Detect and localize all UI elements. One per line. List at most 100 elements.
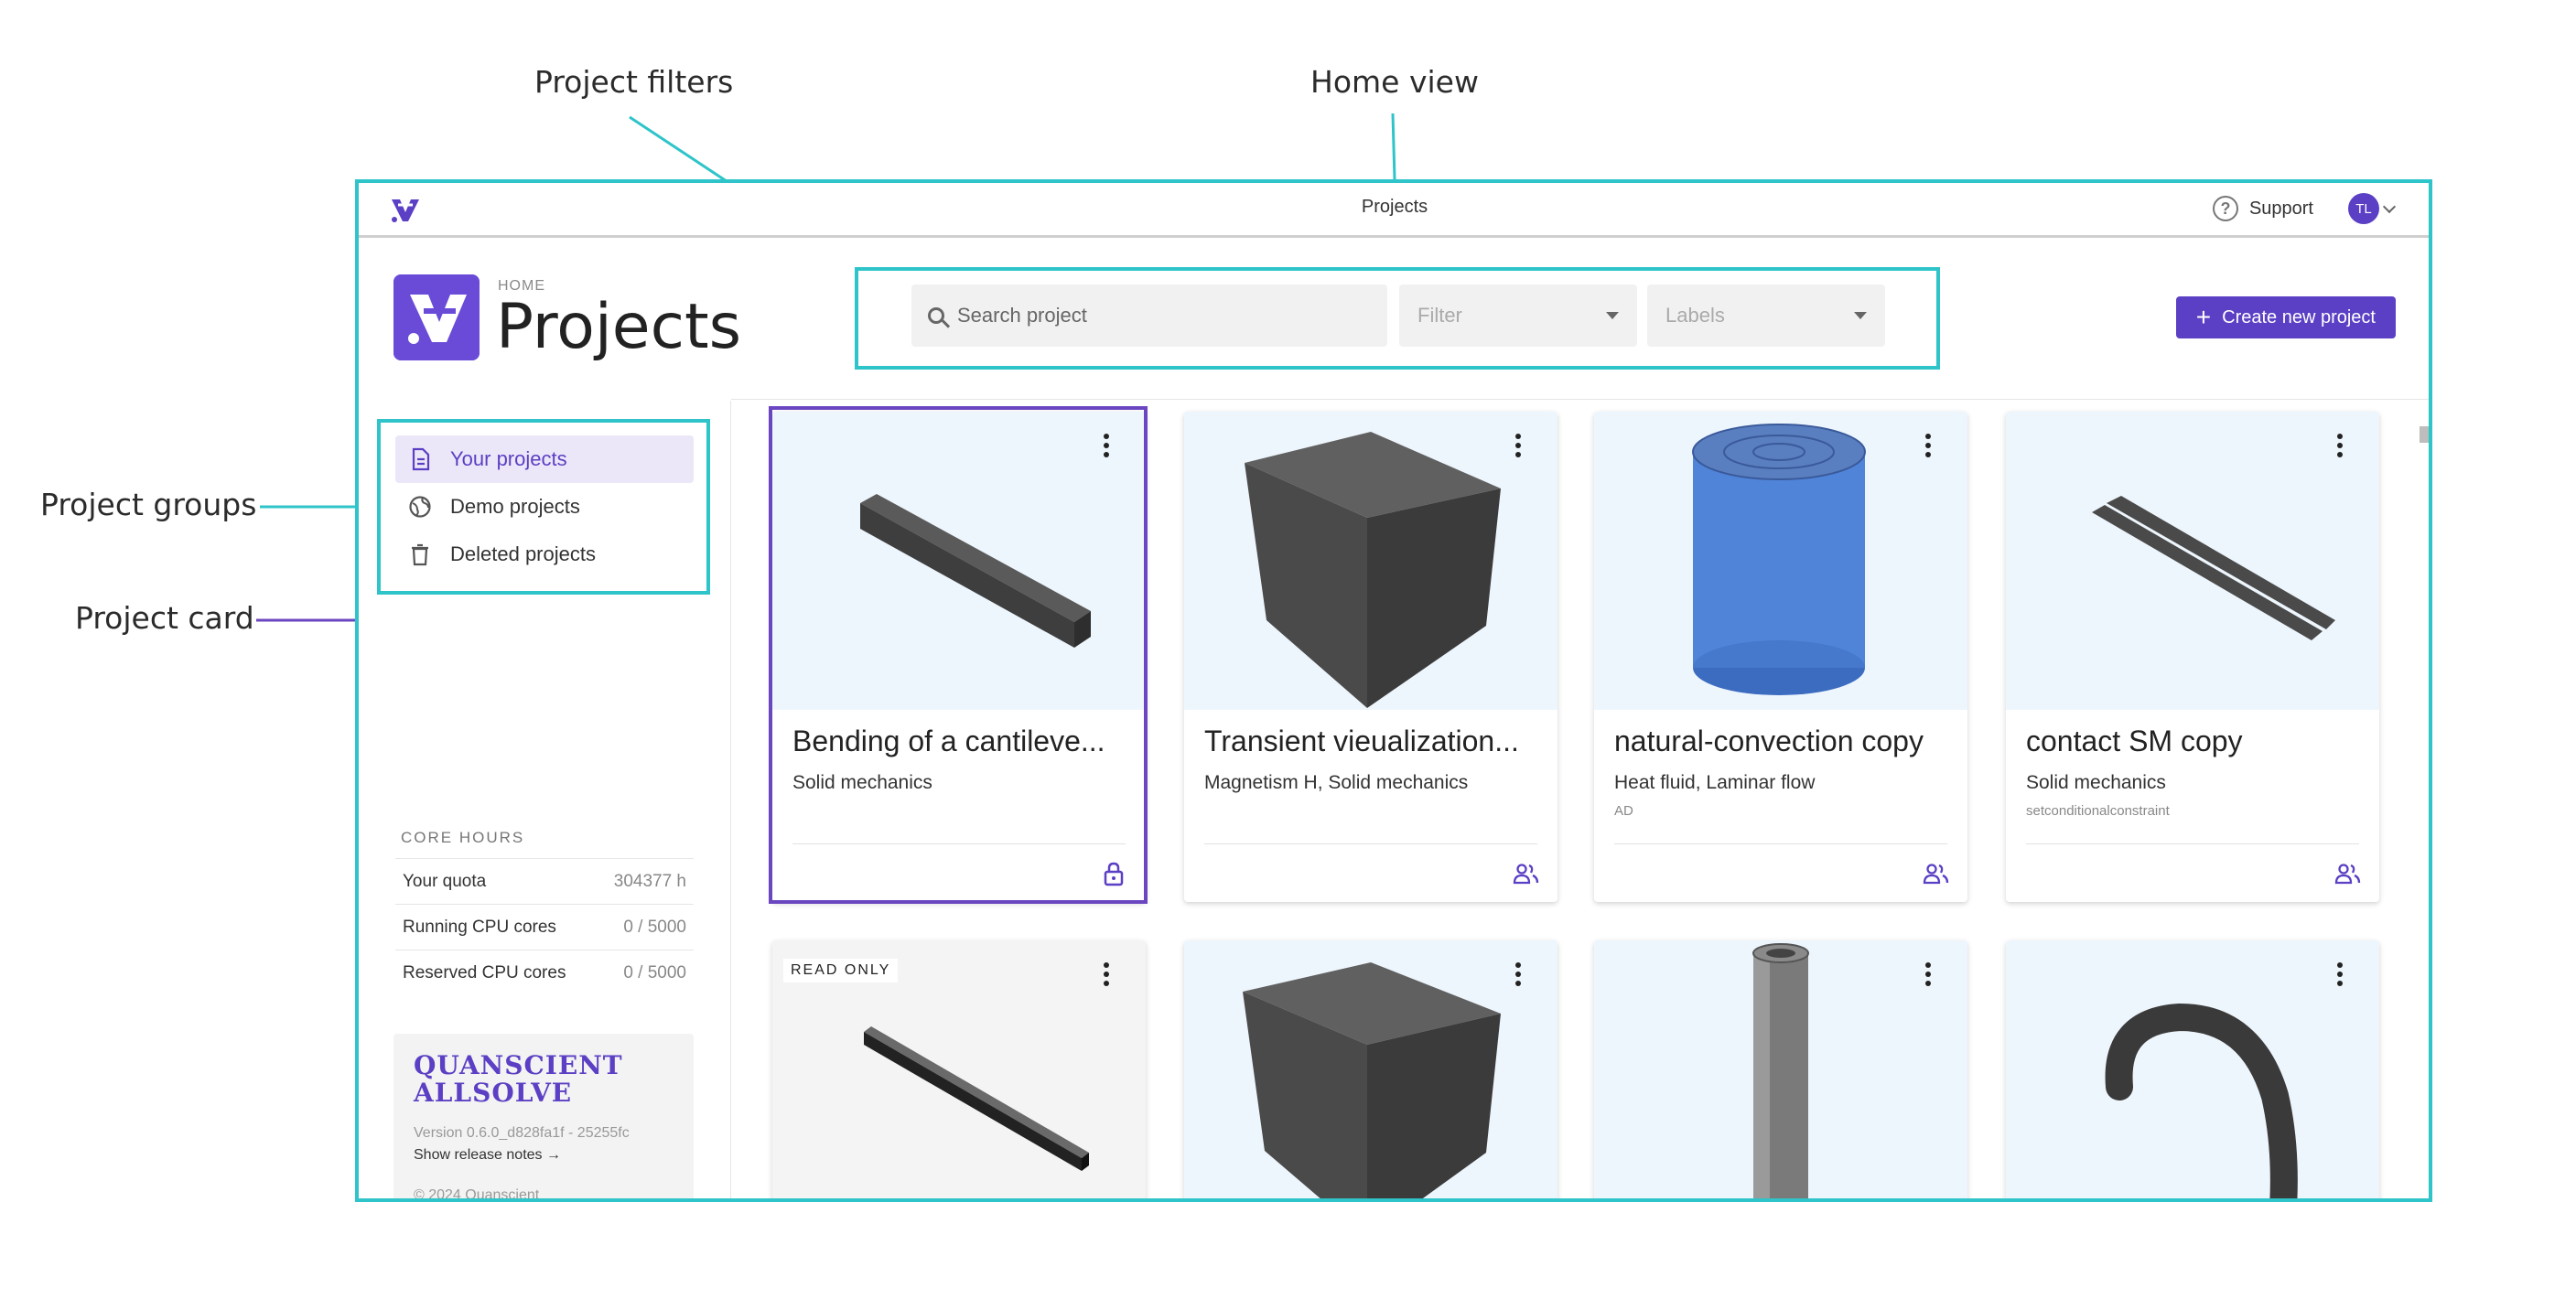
dropdown-caret-icon	[1854, 312, 1867, 319]
project-name: contact SM copy	[2026, 725, 2243, 757]
lock-icon	[1104, 862, 1124, 886]
project-tags: Solid mechanics	[792, 772, 932, 793]
avatar: TL	[2348, 193, 2379, 224]
project-name: Bending of a cantileve...	[792, 725, 1105, 757]
project-card[interactable]: READ ONLY	[772, 940, 1146, 1200]
more-options-icon[interactable]	[1925, 962, 1931, 986]
globe-icon	[409, 496, 431, 518]
create-new-project-label: Create new project	[2222, 306, 2376, 327]
support-link[interactable]: ? Support	[2212, 193, 2313, 224]
card-divider	[1204, 843, 1537, 844]
project-card[interactable]: natural-convection copy Heat fluid, Lami…	[1594, 412, 1967, 902]
project-tags: Heat fluid, Laminar flow	[1614, 772, 1816, 793]
card-divider	[1614, 843, 1947, 844]
more-options-icon[interactable]	[1925, 434, 1931, 457]
copyright-text: © 2024 Quanscient	[414, 1187, 540, 1200]
search-input[interactable]	[957, 304, 1378, 327]
allsolve-logo-icon	[393, 274, 480, 360]
project-card[interactable]	[1184, 940, 1557, 1200]
project-card[interactable]	[2006, 940, 2379, 1200]
chevron-down-icon	[2382, 199, 2397, 213]
more-options-icon[interactable]	[1104, 434, 1109, 457]
callout-project-groups: Project groups	[40, 487, 257, 522]
scrollbar[interactable]	[2418, 404, 2429, 1198]
core-row-label: Reserved CPU cores	[403, 962, 566, 982]
project-card[interactable]: Bending of a cantileve... Solid mechanic…	[772, 412, 1146, 902]
support-label: Support	[2248, 198, 2313, 219]
callout-project-filters: Project filters	[534, 64, 734, 100]
labels-select[interactable]: Labels	[1647, 284, 1885, 347]
strips-model	[2092, 496, 2335, 640]
sidebar: Your projects Demo projects Deleted proj…	[359, 401, 731, 1200]
plus-icon: +	[2195, 303, 2212, 331]
project-tags: Solid mechanics	[2026, 772, 2166, 793]
project-name: Transient vieualization...	[1204, 725, 1519, 757]
card-divider	[2026, 843, 2359, 844]
core-row-value: 0 / 5000	[623, 962, 686, 982]
tube-model	[1752, 943, 1809, 1200]
brand-name-line2: ALLSOLVE	[414, 1078, 573, 1108]
core-row-value: 0 / 5000	[623, 917, 686, 937]
group-demo-projects[interactable]: Demo projects	[395, 483, 694, 531]
more-options-icon[interactable]	[1515, 962, 1521, 986]
core-row-label: Your quota	[403, 871, 487, 891]
cube-model	[1243, 962, 1501, 1200]
labels-select-label: Labels	[1665, 304, 1725, 327]
home-view: Projects ? Support TL HOME Projects Filt…	[359, 181, 2430, 1200]
core-hours-title: CORE HOURS	[401, 829, 525, 846]
project-thumbnail	[1184, 412, 1557, 710]
project-tags: Magnetism H, Solid mechanics	[1204, 772, 1469, 793]
brand-name-line1: QUANSCIENT	[414, 1050, 623, 1080]
callout-project-card: Project card	[75, 600, 254, 636]
release-notes-link[interactable]: Show release notes →	[414, 1147, 674, 1164]
document-icon	[412, 447, 430, 471]
topbar-title: Projects	[1361, 197, 1428, 217]
card-divider	[792, 843, 1126, 844]
project-thumbnail	[1594, 412, 1967, 710]
dropdown-caret-icon	[1606, 312, 1619, 319]
project-thumbnail	[1184, 940, 1557, 1200]
project-thumbnail	[2006, 412, 2379, 710]
cube-model	[1245, 432, 1501, 708]
project-name: natural-convection copy	[1614, 725, 1924, 757]
page-title: Projects	[496, 291, 742, 363]
brand-card: QUANSCIENT ALLSOLVE Version 0.6.0_d828fa…	[393, 1034, 694, 1200]
core-hours-row: Your quota 304377 h	[395, 858, 694, 904]
core-hours-row: Running CPU cores 0 / 5000	[395, 904, 694, 950]
filter-select-label: Filter	[1417, 304, 1462, 327]
create-new-project-button[interactable]: + Create new project	[2175, 296, 2396, 338]
core-row-label: Running CPU cores	[403, 917, 556, 937]
search-icon	[928, 307, 944, 324]
project-card[interactable]: Transient vieualization... Magnetism H, …	[1184, 412, 1557, 902]
filter-select[interactable]: Filter	[1399, 284, 1637, 347]
read-only-badge: READ ONLY	[783, 959, 899, 982]
shared-users-icon	[1923, 864, 1949, 885]
group-deleted-projects[interactable]: Deleted projects	[395, 531, 694, 578]
cylinder-model	[1692, 424, 1866, 695]
project-labels: AD	[1614, 803, 1633, 819]
hook-model	[2105, 1003, 2298, 1200]
scrollbar-thumb[interactable]	[2420, 426, 2429, 443]
group-label: Demo projects	[450, 495, 580, 518]
shared-users-icon	[2334, 864, 2361, 885]
content-divider	[731, 399, 2430, 400]
group-label: Your projects	[450, 447, 567, 470]
project-thumbnail	[772, 412, 1146, 710]
project-card[interactable]: contact SM copy Solid mechanics setcondi…	[2006, 412, 2379, 902]
help-icon: ?	[2212, 196, 2238, 221]
project-thumbnail	[1594, 940, 1967, 1200]
more-options-icon[interactable]	[2337, 434, 2343, 457]
more-options-icon[interactable]	[1104, 962, 1109, 986]
user-menu[interactable]: TL	[2348, 193, 2397, 224]
core-row-value: 304377 h	[613, 871, 686, 891]
core-hours-row: Reserved CPU cores 0 / 5000	[395, 950, 694, 995]
project-card[interactable]	[1594, 940, 1967, 1200]
group-your-projects[interactable]: Your projects	[395, 435, 694, 483]
version-text: Version 0.6.0_d828fa1f - 25255fc	[414, 1125, 630, 1141]
more-options-icon[interactable]	[1515, 434, 1521, 457]
more-options-icon[interactable]	[2337, 962, 2343, 986]
group-label: Deleted projects	[450, 542, 596, 565]
project-labels: setconditionalconstraint	[2026, 803, 2170, 819]
search-field[interactable]	[911, 284, 1387, 347]
beam-model	[860, 494, 1091, 648]
